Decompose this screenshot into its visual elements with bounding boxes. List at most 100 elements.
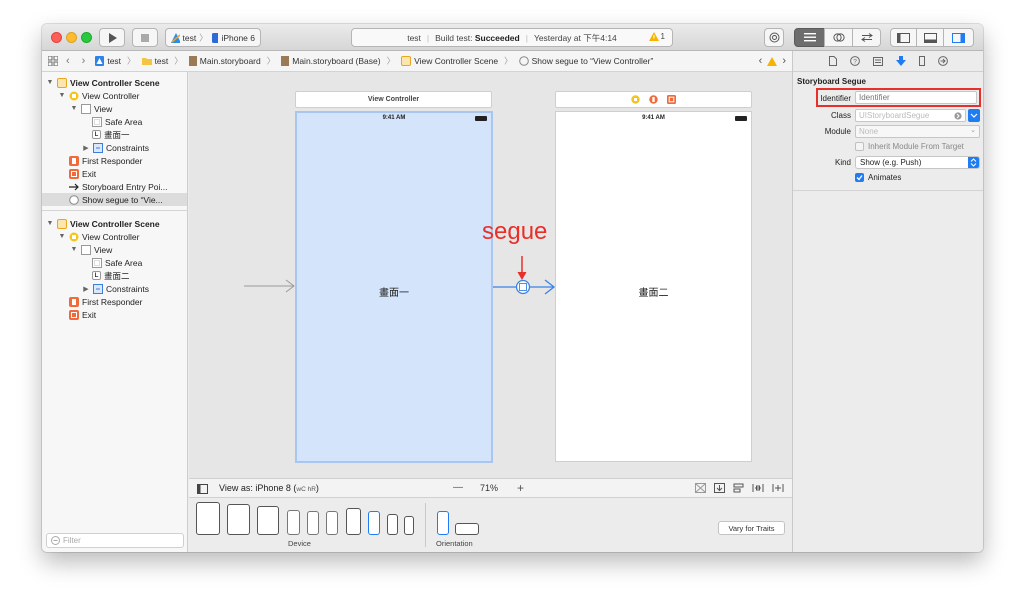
- outline-row[interactable]: ▼ View: [70, 243, 112, 256]
- outline-row[interactable]: First Responder: [69, 295, 142, 308]
- embed-in-icon[interactable]: [695, 483, 706, 493]
- scene-dock[interactable]: [555, 91, 752, 108]
- outline-row[interactable]: Storyboard Entry Poi...: [69, 180, 168, 193]
- view-controller-1[interactable]: 9:41 AM 畫面一: [295, 111, 493, 463]
- outline-row[interactable]: Exit: [69, 167, 96, 180]
- outline-row-selected[interactable]: Show segue to “Vie...: [42, 193, 187, 206]
- disclosure-open-icon[interactable]: ▼: [70, 105, 78, 112]
- connections-inspector-icon[interactable]: [938, 56, 948, 66]
- device-iphone-8-plus-icon[interactable]: [287, 510, 300, 535]
- exit-icon[interactable]: [667, 95, 676, 104]
- inherit-module-checkbox-row[interactable]: Inherit Module From Target: [855, 142, 964, 151]
- view-controller-2[interactable]: 9:41 AM 畫面二: [555, 111, 752, 462]
- device-ipad-icon[interactable]: [257, 506, 279, 535]
- class-field[interactable]: UIStoryboardSegue: [855, 109, 966, 122]
- quick-help-icon[interactable]: ?: [850, 56, 860, 66]
- standard-editor-button[interactable]: [794, 28, 825, 47]
- module-field[interactable]: None ⌄: [855, 125, 980, 138]
- disclosure-open-icon[interactable]: ▼: [70, 246, 78, 253]
- run-button[interactable]: [99, 28, 125, 47]
- toggle-navigator-button[interactable]: [890, 28, 917, 47]
- class-dropdown-button[interactable]: [968, 109, 980, 122]
- forward-arrow-icon[interactable]: ›: [82, 55, 86, 67]
- disclosure-open-icon[interactable]: ▼: [58, 233, 66, 240]
- breadcrumb-item[interactable]: View Controller Scene: [414, 56, 498, 66]
- orientation-portrait-icon[interactable]: [437, 511, 449, 535]
- animates-checkbox-row[interactable]: Animates: [855, 173, 901, 182]
- attributes-inspector-icon[interactable]: [896, 56, 906, 66]
- device-iphone-plus-icon[interactable]: [346, 508, 361, 535]
- view-as-control[interactable]: View as: iPhone 8 (wC hR): [219, 483, 319, 493]
- device-ipad-pro-10-icon[interactable]: [227, 504, 250, 535]
- stop-button[interactable]: [132, 28, 158, 47]
- outline-row[interactable]: ▼ View Controller: [58, 89, 140, 102]
- view-controller-icon[interactable]: [631, 95, 640, 104]
- outline-row[interactable]: ▼ View Controller: [58, 230, 140, 243]
- scene-dock[interactable]: View Controller: [295, 91, 492, 108]
- identifier-field[interactable]: [855, 91, 977, 104]
- device-iphone-4s-icon[interactable]: [404, 516, 414, 535]
- outline-row[interactable]: ▶ Constraints: [82, 141, 149, 154]
- disclosure-closed-icon[interactable]: ▶: [82, 285, 90, 293]
- add-constraints-icon[interactable]: [752, 483, 764, 493]
- toggle-debug-area-button[interactable]: [916, 28, 944, 47]
- inherit-module-checkbox[interactable]: [855, 142, 864, 151]
- first-responder-icon[interactable]: [649, 95, 658, 104]
- related-items-grid-icon[interactable]: [48, 56, 58, 66]
- close-window-button[interactable]: [51, 32, 62, 43]
- device-ipad-pro-12-icon[interactable]: [196, 502, 220, 535]
- breadcrumb-item[interactable]: test: [155, 56, 169, 66]
- file-inspector-icon[interactable]: [829, 56, 837, 66]
- next-issue-icon[interactable]: ›: [782, 55, 786, 67]
- assistant-editor-button[interactable]: [824, 28, 853, 47]
- outline-row[interactable]: Exit: [69, 308, 96, 321]
- minimize-window-button[interactable]: [66, 32, 77, 43]
- animates-checkbox[interactable]: [855, 173, 864, 182]
- breadcrumb-item[interactable]: Show segue to “View Controller”: [532, 56, 654, 66]
- back-arrow-icon[interactable]: ‹: [66, 55, 70, 67]
- outline-row[interactable]: Safe Area: [92, 115, 142, 128]
- disclosure-open-icon[interactable]: ▼: [46, 79, 54, 86]
- resolve-layout-icon[interactable]: [772, 483, 784, 493]
- version-editor-button[interactable]: [852, 28, 881, 47]
- device-iphone-x-icon[interactable]: [307, 511, 319, 535]
- zoom-out-button[interactable]: —: [453, 482, 463, 493]
- kind-popup[interactable]: Show (e.g. Push): [855, 156, 980, 169]
- device-iphone-se-icon[interactable]: [387, 514, 398, 535]
- scheme-selector[interactable]: test 〉 iPhone 6: [165, 28, 261, 47]
- outline-row[interactable]: First Responder: [69, 154, 142, 167]
- breadcrumb-item[interactable]: Main.storyboard (Base): [292, 56, 380, 66]
- outline-row[interactable]: L 畫面二: [92, 269, 130, 282]
- zoom-window-button[interactable]: [81, 32, 92, 43]
- outline-row[interactable]: Safe Area: [92, 256, 142, 269]
- outline-row[interactable]: L 畫面一: [92, 128, 130, 141]
- breadcrumb-item[interactable]: Main.storyboard: [200, 56, 261, 66]
- go-to-class-icon[interactable]: [954, 112, 962, 120]
- disclosure-open-icon[interactable]: ▼: [58, 92, 66, 99]
- outline-row[interactable]: ▼ View: [70, 102, 112, 115]
- orientation-landscape-icon[interactable]: [455, 523, 479, 535]
- toggle-outline-icon[interactable]: [197, 484, 208, 494]
- device-iphone-selected-icon[interactable]: [368, 511, 380, 535]
- storyboard-entry-arrow[interactable]: [244, 279, 296, 293]
- toggle-inspector-button[interactable]: [943, 28, 974, 47]
- outline-filter-field[interactable]: Filter: [46, 533, 184, 548]
- identity-inspector-icon[interactable]: [873, 56, 883, 66]
- breadcrumb-item[interactable]: test: [107, 56, 121, 66]
- update-frames-icon[interactable]: [714, 483, 725, 493]
- align-icon[interactable]: [733, 483, 744, 493]
- warning-badge[interactable]: 1: [648, 32, 665, 41]
- vary-for-traits-button[interactable]: Vary for Traits: [718, 521, 785, 535]
- size-inspector-icon[interactable]: [919, 56, 925, 66]
- disclosure-closed-icon[interactable]: ▶: [82, 144, 90, 152]
- zoom-in-button[interactable]: +: [517, 481, 524, 495]
- library-button[interactable]: [764, 28, 784, 47]
- outline-scene-row[interactable]: ▼ View Controller Scene: [46, 217, 160, 230]
- storyboard-canvas[interactable]: View Controller 9:41 AM 畫面一 segue 9:41 A…: [189, 72, 792, 478]
- segue-connection[interactable]: [493, 279, 557, 295]
- device-iphone-8-icon[interactable]: [326, 511, 338, 535]
- outline-row[interactable]: ▶ Constraints: [82, 282, 149, 295]
- previous-issue-icon[interactable]: ‹: [759, 55, 763, 67]
- outline-scene-row[interactable]: ▼ View Controller Scene: [46, 76, 160, 89]
- disclosure-open-icon[interactable]: ▼: [46, 220, 54, 227]
